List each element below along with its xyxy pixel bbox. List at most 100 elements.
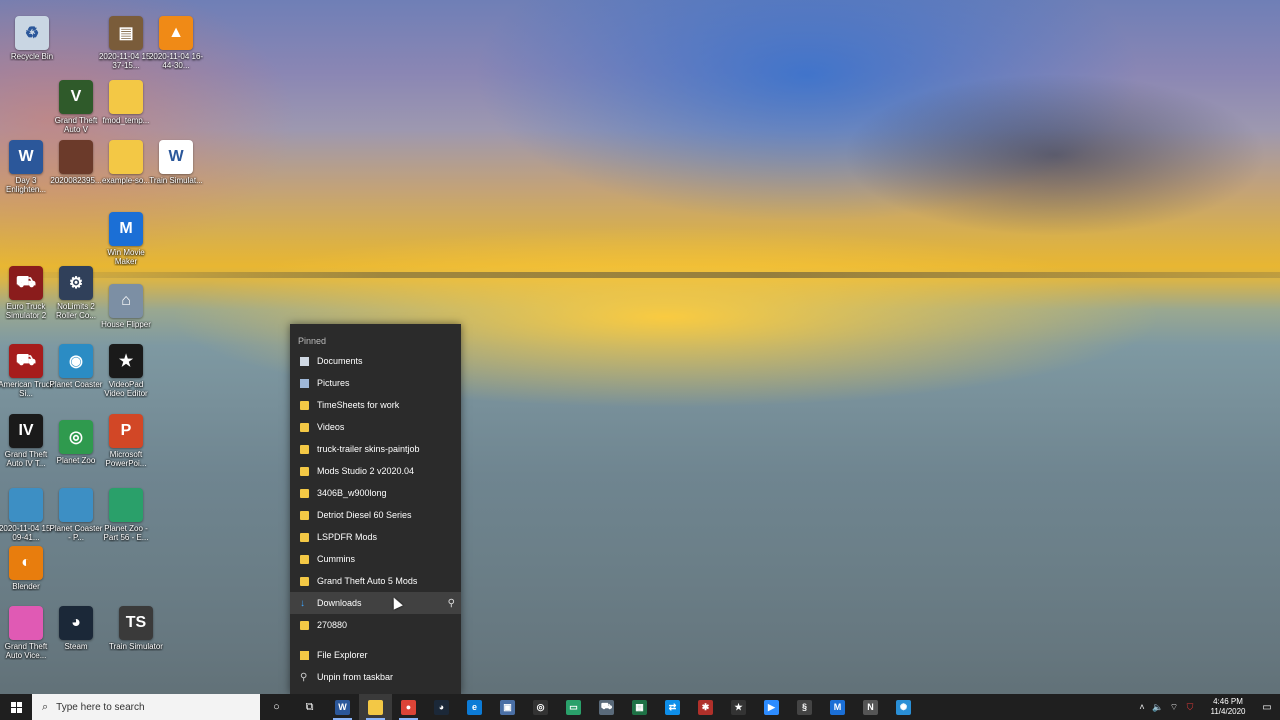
taskbar-app-network-app[interactable]: ✺ bbox=[887, 694, 920, 720]
image-file-icon bbox=[9, 488, 43, 522]
taskbar: ⌕ Type here to search ○ ⧉ W ● ◕ e ▣ ◎ ▭ ⛟ ▦ ⇄ ✱ ★ ▶ §… bbox=[0, 694, 1280, 720]
jumplist-pinned-item[interactable]: ↓ Downloads ⚲ bbox=[290, 592, 461, 614]
start-button[interactable] bbox=[0, 694, 32, 720]
jumplist-item-label: Pictures bbox=[317, 378, 350, 388]
open-file-explorer-action[interactable]: File Explorer bbox=[290, 644, 461, 666]
jumplist-pinned-item[interactable]: 3406B_w900long bbox=[290, 482, 461, 504]
file-explorer-icon bbox=[368, 699, 383, 715]
gta-v-icon: V bbox=[59, 80, 93, 114]
taskbar-app-movie-maker[interactable]: M bbox=[821, 694, 854, 720]
jumplist-item-label: Detriot Diesel 60 Series bbox=[317, 510, 412, 520]
desktop-icon[interactable]: fmod_temp... bbox=[100, 80, 152, 125]
file-explorer-icon bbox=[300, 650, 309, 660]
wifi-icon[interactable]: ⌔ bbox=[1166, 702, 1182, 713]
desktop-icon[interactable]: ♻ Recycle Bin bbox=[6, 16, 58, 61]
desktop-icon-label: Planet Zoo bbox=[56, 456, 96, 465]
desktop-icon[interactable]: P Microsoft PowerPoi... bbox=[100, 414, 152, 468]
taskbar-app-teamviewer[interactable]: ⇄ bbox=[656, 694, 689, 720]
jumplist-pinned-item[interactable]: Detriot Diesel 60 Series bbox=[290, 504, 461, 526]
desktop-icon[interactable]: ▲ 2020-11-04 16-44-30... bbox=[149, 16, 203, 70]
jumplist-pinned-item[interactable]: truck-trailer skins-paintjob bbox=[290, 438, 461, 460]
taskbar-app-spreadsheet[interactable]: ▦ bbox=[623, 694, 656, 720]
taskbar-app-notepad[interactable]: N bbox=[854, 694, 887, 720]
jumplist-pinned-item[interactable]: 270880 bbox=[290, 614, 461, 636]
desktop-icon[interactable]: Planet Zoo - Part 56 - E... bbox=[100, 488, 152, 542]
taskbar-app-bug-app[interactable]: ✱ bbox=[689, 694, 722, 720]
desktop-icon[interactable]: ⌂ House Flipper bbox=[100, 284, 152, 329]
desktop-icon[interactable]: Grand Theft Auto Vice... bbox=[0, 606, 52, 660]
desktop-icon-label: Train Simulator bbox=[109, 642, 163, 651]
taskbar-app-app-window[interactable]: ▣ bbox=[491, 694, 524, 720]
taskbar-app-chrome[interactable]: ● bbox=[392, 694, 425, 720]
folder-icon bbox=[300, 620, 309, 630]
taskbar-app-word[interactable]: W bbox=[326, 694, 359, 720]
desktop-icon[interactable]: Planet Coaster - P... bbox=[50, 488, 102, 542]
train-sim-icon: TS bbox=[119, 606, 153, 640]
jumplist-pinned-item[interactable]: Documents bbox=[290, 350, 461, 372]
taskbar-app-steam[interactable]: ◕ bbox=[425, 694, 458, 720]
clock[interactable]: 4:46 PM 11/4/2020 bbox=[1202, 697, 1254, 717]
jumplist-pinned-item[interactable]: Pictures bbox=[290, 372, 461, 394]
blender-icon: ◐ bbox=[9, 546, 43, 580]
taskbar-app-truck-sim[interactable]: ⛟ bbox=[590, 694, 623, 720]
desktop-icon[interactable]: ◎ Planet Zoo bbox=[50, 420, 102, 465]
jumplist-action-label: File Explorer bbox=[317, 650, 368, 660]
volume-icon[interactable]: 🔈 bbox=[1150, 702, 1166, 713]
desktop-icon[interactable]: ⛟ American Truck Si... bbox=[0, 344, 54, 398]
taskbar-app-file-explorer[interactable] bbox=[359, 694, 392, 720]
taskbar-search-box[interactable]: ⌕ Type here to search bbox=[32, 694, 260, 720]
taskbar-app-videopad[interactable]: ★ bbox=[722, 694, 755, 720]
jumplist-pinned-item[interactable]: LSPDFR Mods bbox=[290, 526, 461, 548]
desktop-icon-label: Grand Theft Auto V bbox=[54, 116, 98, 134]
cortana-button[interactable]: ○ bbox=[260, 694, 293, 720]
desktop-icon-label: Microsoft PowerPoi... bbox=[105, 450, 147, 468]
desktop-icon[interactable]: W Day 3 Enlighten... bbox=[0, 140, 52, 194]
desktop-icon[interactable]: ⚙ NoLimits 2 Roller Co... bbox=[50, 266, 102, 320]
jumplist-pinned-item[interactable]: Cummins bbox=[290, 548, 461, 570]
desktop-icon[interactable]: V Grand Theft Auto V bbox=[50, 80, 102, 134]
powerpoint-icon: P bbox=[109, 414, 143, 448]
folder-icon bbox=[300, 400, 309, 410]
jumplist-pinned-item[interactable]: TimeSheets for work bbox=[290, 394, 461, 416]
desktop-icon[interactable]: TS Train Simulator bbox=[109, 606, 163, 651]
desktop-icon[interactable]: 2020082395... bbox=[50, 140, 102, 185]
jumplist-item-label: Cummins bbox=[317, 554, 356, 564]
movie-maker-icon: M bbox=[830, 699, 845, 715]
jumplist-item-label: Documents bbox=[317, 356, 363, 366]
gta-iv-icon: IV bbox=[9, 414, 43, 448]
desktop-icon[interactable]: ◐ Blender bbox=[0, 546, 52, 591]
desktop-icon[interactable]: IV Grand Theft Auto IV T... bbox=[0, 414, 52, 468]
truck-icon: ⛟ bbox=[599, 699, 614, 715]
show-hidden-icons-chevron-icon[interactable]: ˄ bbox=[1134, 702, 1150, 712]
word-icon: W bbox=[335, 699, 350, 715]
desktop-icon[interactable]: ◕ Steam bbox=[50, 606, 102, 651]
desktop-icon[interactable]: ▤ 2020-11-04 15-37-15... bbox=[99, 16, 153, 70]
desktop-icon[interactable]: ★ VideoPad Video Editor bbox=[100, 344, 152, 398]
jumplist-pinned-item[interactable]: Grand Theft Auto 5 Mods bbox=[290, 570, 461, 592]
desktop-icon[interactable]: example-so... bbox=[100, 140, 152, 185]
folder-icon bbox=[300, 510, 309, 520]
desktop-icon[interactable]: ⛟ Euro Truck Simulator 2 bbox=[0, 266, 52, 320]
desktop-icon-label: Planet Zoo - Part 56 - E... bbox=[103, 524, 149, 542]
desktop-icon-label: House Flipper bbox=[101, 320, 151, 329]
desktop-icon[interactable]: W Train Simulat... bbox=[149, 140, 203, 185]
unpin-icon: ⚲ bbox=[300, 671, 308, 683]
security-shield-icon[interactable]: ⛉ bbox=[1182, 702, 1198, 713]
desktop-icon[interactable]: M Win Movie Maker bbox=[100, 212, 152, 266]
desktop-icon[interactable]: ◉ Planet Coaster bbox=[50, 344, 102, 389]
task-view-button[interactable]: ⧉ bbox=[293, 694, 326, 720]
taskbar-app-blender-like[interactable]: § bbox=[788, 694, 821, 720]
taskbar-app-zoom[interactable]: ▶ bbox=[755, 694, 788, 720]
taskbar-app-edge[interactable]: e bbox=[458, 694, 491, 720]
unpin-from-taskbar-action[interactable]: ⚲ Unpin from taskbar bbox=[290, 666, 461, 688]
desktop-icon-label: Grand Theft Auto Vice... bbox=[4, 642, 48, 660]
notification-center-icon[interactable]: ▭ bbox=[1254, 702, 1280, 713]
jumplist-pinned-item[interactable]: Mods Studio 2 v2020.04 bbox=[290, 460, 461, 482]
unpin-from-list-icon[interactable]: ⚲ bbox=[448, 598, 455, 609]
pictures-icon bbox=[300, 378, 309, 388]
desktop-icon[interactable]: 2020-11-04 15-09-41... bbox=[0, 488, 53, 542]
folder-icon bbox=[300, 422, 309, 432]
taskbar-app-camtasia[interactable]: ▭ bbox=[557, 694, 590, 720]
taskbar-app-obs[interactable]: ◎ bbox=[524, 694, 557, 720]
jumplist-pinned-item[interactable]: Videos bbox=[290, 416, 461, 438]
